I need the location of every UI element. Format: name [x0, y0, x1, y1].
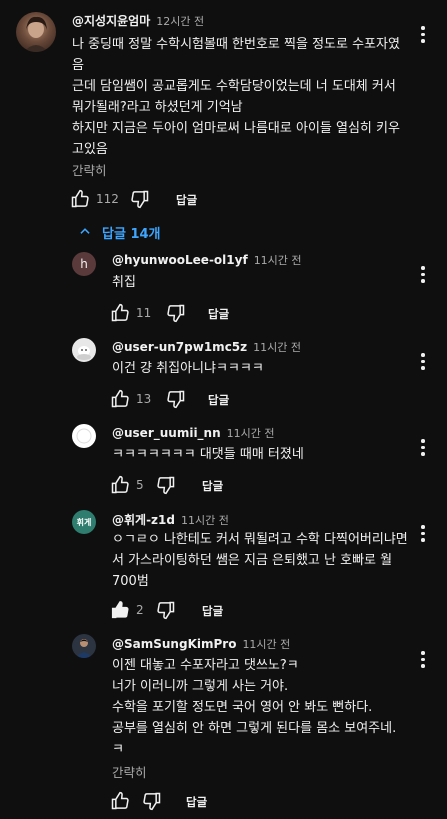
- reply-button[interactable]: 답글: [202, 603, 223, 619]
- thumb-down-icon[interactable]: [142, 791, 162, 811]
- avatar[interactable]: [72, 338, 96, 362]
- thumb-down-icon[interactable]: [156, 600, 176, 620]
- thumb-up-icon[interactable]: [110, 389, 130, 409]
- thumb-up-icon[interactable]: [110, 303, 130, 323]
- avatar[interactable]: [16, 12, 56, 52]
- comment-body: 이건 걍 취집아니냐ㅋㅋㅋㅋ: [112, 361, 264, 376]
- reply-button[interactable]: 답글: [186, 794, 207, 810]
- like-count: 112: [96, 192, 119, 206]
- thumb-down-icon[interactable]: [166, 303, 186, 323]
- author-name[interactable]: @user_uumii_nn: [112, 426, 221, 440]
- like-count: 11: [136, 306, 152, 320]
- more-vert-icon[interactable]: [421, 439, 425, 456]
- comment-body: ㅋㅋㅋㅋㅋㅋㅋ 대댓들 때매 터졌네: [112, 447, 304, 462]
- timestamp[interactable]: 11시간 전: [254, 254, 302, 267]
- avatar[interactable]: [72, 424, 96, 448]
- thumb-up-icon[interactable]: [110, 791, 130, 811]
- comment-body: ㅇㄱㄹㅇ 나한테도 커서 뭐될려고 수학 다찍어버리냐면서 가스라이팅하던 쌤은…: [112, 532, 408, 589]
- reply-button[interactable]: 답글: [208, 306, 229, 322]
- avatar-photo: [76, 639, 92, 658]
- author-name[interactable]: @hyunwooLee-ol1yf: [112, 253, 248, 267]
- collapse-link[interactable]: 간략히: [72, 160, 107, 179]
- author-name[interactable]: @지성지윤엄마: [72, 14, 150, 28]
- more-vert-icon[interactable]: [421, 525, 425, 542]
- timestamp[interactable]: 11시간 전: [227, 427, 275, 440]
- thumb-up-icon[interactable]: [70, 189, 90, 209]
- reply-button[interactable]: 답글: [202, 478, 223, 494]
- avatar-letter: 휘게: [76, 517, 92, 527]
- comment-body: 이젠 대놓고 수포자라고 댓쓰노?ㅋ 너가 이러니까 그렇게 사는 거야. 수학…: [112, 658, 397, 757]
- like-count: 5: [136, 478, 144, 492]
- avatar[interactable]: [72, 634, 96, 658]
- timestamp[interactable]: 11시간 전: [253, 341, 301, 354]
- more-vert-icon[interactable]: [421, 353, 425, 370]
- thumb-up-icon[interactable]: [110, 475, 130, 495]
- avatar[interactable]: 휘게: [72, 510, 96, 534]
- avatar-photo: [76, 428, 92, 444]
- comment-header: @user_uumii_nn 11시간 전: [112, 425, 275, 441]
- thumb-down-icon[interactable]: [166, 389, 186, 409]
- collapse-link[interactable]: 간략히: [112, 762, 147, 781]
- like-count: 13: [136, 392, 152, 406]
- replies-toggle[interactable]: 답글 14개: [102, 223, 161, 242]
- chevron-up-icon[interactable]: [78, 224, 92, 238]
- thumb-down-icon[interactable]: [130, 189, 150, 209]
- avatar-photo: [77, 346, 91, 360]
- timestamp[interactable]: 12시간 전: [156, 15, 204, 28]
- timestamp[interactable]: 11시간 전: [242, 638, 290, 651]
- thumb-down-icon[interactable]: [156, 475, 176, 495]
- author-name[interactable]: @SamSungKimPro: [112, 637, 236, 651]
- comment-header: @hyunwooLee-ol1yf 11시간 전: [112, 252, 302, 268]
- author-name[interactable]: @휘게-z1d: [112, 513, 175, 527]
- reply-button[interactable]: 답글: [208, 392, 229, 408]
- reply-button[interactable]: 답글: [176, 192, 197, 208]
- comment-header: @user-un7pw1mc5z 11시간 전: [112, 339, 301, 355]
- like-count: 2: [136, 603, 144, 617]
- more-vert-icon[interactable]: [421, 266, 425, 283]
- author-name[interactable]: @user-un7pw1mc5z: [112, 340, 247, 354]
- comment-body: 취집: [112, 275, 136, 290]
- avatar[interactable]: h: [72, 252, 96, 276]
- comment-header: @지성지윤엄마 12시간 전: [72, 12, 204, 29]
- more-vert-icon[interactable]: [421, 651, 425, 668]
- thumb-up-icon[interactable]: [110, 600, 130, 620]
- avatar-letter: h: [80, 257, 88, 271]
- more-vert-icon[interactable]: [421, 26, 425, 43]
- comment-body: 나 중딩때 정말 수학시험볼때 한번호로 찍을 정도로 수포자였음 근데 담임쌤…: [72, 37, 400, 157]
- timestamp[interactable]: 11시간 전: [181, 514, 229, 527]
- comment-header: @SamSungKimPro 11시간 전: [112, 636, 290, 652]
- avatar-photo: [24, 16, 48, 52]
- comment-header: @휘게-z1d 11시간 전: [112, 511, 229, 528]
